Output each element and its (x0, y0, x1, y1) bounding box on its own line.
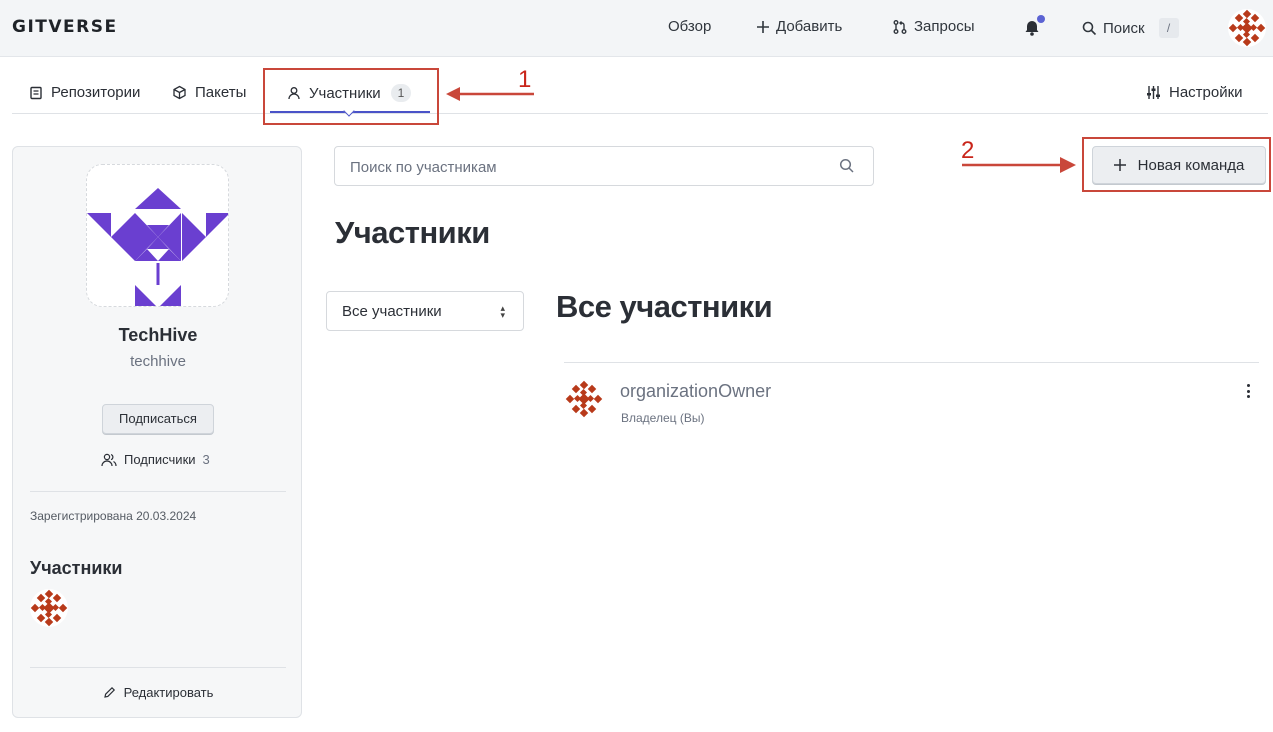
tab-packages[interactable]: Пакеты (172, 84, 246, 101)
annotation-highlight-members-tab (263, 68, 439, 125)
followers-count: 3 (202, 452, 210, 467)
settings-label: Настройки (1169, 84, 1243, 101)
org-sidebar: TechHive techhive Подписаться Подписчики… (12, 146, 302, 718)
annotation-number-1: 1 (518, 66, 532, 93)
annotation-arrow-2 (962, 157, 1076, 173)
members-search-input[interactable] (350, 156, 820, 178)
members-search (334, 146, 874, 186)
tab-repositories-label: Репозитории (51, 84, 141, 101)
new-team-button[interactable]: Новая команда (1092, 146, 1266, 184)
page-title: Участники (335, 215, 490, 250)
member-avatar[interactable] (565, 380, 603, 418)
settings-link[interactable]: Настройки (1146, 84, 1243, 101)
pull-request-icon (893, 19, 907, 34)
members-filter-value: Все участники (342, 303, 442, 320)
package-icon (173, 85, 186, 100)
registered-date: Зарегистрирована 20.03.2024 (30, 509, 197, 523)
nav-search[interactable]: Поиск / (1082, 18, 1179, 38)
nav-add-label: Добавить (776, 18, 843, 35)
pencil-icon (103, 686, 115, 698)
edit-org-link[interactable]: Редактировать (13, 685, 303, 700)
org-name: TechHive (118, 325, 198, 345)
followers-label: Подписчики (124, 452, 196, 467)
techhive-logo-icon (87, 188, 228, 306)
new-team-label: Новая команда (1137, 156, 1245, 174)
plus-icon (1113, 159, 1126, 171)
plus-icon (757, 20, 769, 33)
edit-label: Редактировать (123, 685, 214, 700)
search-icon[interactable] (839, 158, 855, 174)
nav-add[interactable]: Добавить (756, 18, 842, 35)
org-tabs: Репозитории Пакеты Участники 1 Настройки (12, 57, 1268, 117)
sidebar-members-title: Участники (30, 558, 123, 578)
sliders-icon (1147, 86, 1160, 99)
members-list-title: Все участники (556, 289, 773, 324)
sidebar-divider (30, 491, 286, 492)
tab-repositories[interactable]: Репозитории (29, 84, 140, 101)
search-icon (1082, 21, 1097, 35)
sidebar-divider (30, 667, 286, 668)
nav-search-label: Поиск (1103, 19, 1145, 37)
nav-overview-label: Обзор (668, 18, 712, 35)
gitverse-logo[interactable]: GITVERSE (12, 17, 118, 37)
search-shortcut-key: / (1158, 18, 1179, 38)
annotation-number-2: 2 (961, 137, 975, 164)
org-logo (86, 164, 229, 307)
org-slug: techhive (130, 353, 186, 370)
tab-packages-label: Пакеты (195, 84, 247, 101)
notification-dot (1037, 15, 1045, 23)
nav-requests-label: Запросы (914, 18, 975, 35)
member-name[interactable]: organizationOwner (620, 381, 771, 402)
select-arrows-icon: ▴ ▾ (500, 303, 505, 320)
nav-overview[interactable]: Обзор (668, 18, 711, 35)
subscribe-button[interactable]: Подписаться (102, 404, 214, 434)
member-role: Владелец (Вы) (621, 411, 705, 425)
repo-icon (30, 86, 42, 99)
members-filter-select[interactable]: Все участники ▴ ▾ (326, 291, 524, 331)
list-divider (564, 362, 1259, 363)
more-options-icon[interactable] (1240, 382, 1256, 400)
nav-requests[interactable]: Запросы (892, 18, 975, 35)
people-icon (101, 453, 117, 466)
top-navbar: GITVERSE Обзор Добавить Запросы Поиск / (0, 0, 1273, 57)
user-avatar[interactable] (1228, 9, 1266, 47)
followers-link[interactable]: Подписчики 3 (101, 452, 210, 467)
member-avatar[interactable] (30, 589, 68, 627)
